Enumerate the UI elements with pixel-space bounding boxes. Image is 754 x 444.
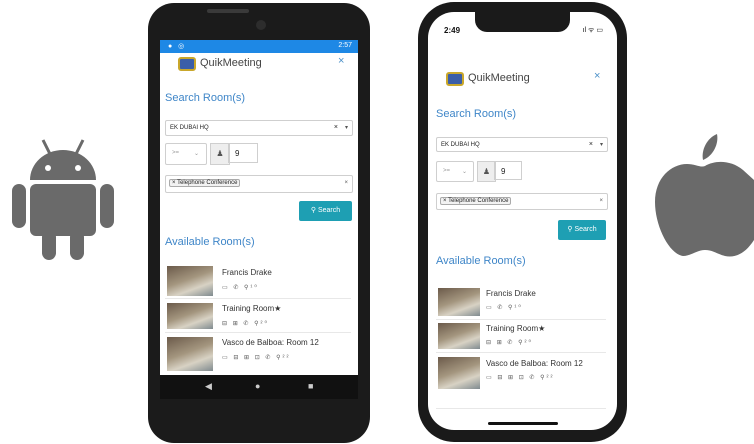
chevron-down-icon[interactable]: ▾ bbox=[345, 124, 348, 131]
available-title: Available Room(s) bbox=[165, 236, 255, 248]
apple-logo-icon bbox=[655, 134, 754, 257]
status-time: 2:49 bbox=[444, 26, 461, 35]
android-nav-bar: ◀ ● ■ bbox=[160, 375, 358, 399]
app-header: QuikMeeting × bbox=[160, 53, 358, 77]
divider bbox=[436, 319, 606, 320]
status-time: 2:57 bbox=[338, 42, 352, 49]
status-icons: ıl ᯤ ▭ bbox=[582, 27, 603, 34]
room-name[interactable]: Vasco de Balboa: Room 12 bbox=[486, 359, 583, 368]
amenities-select[interactable]: × Telephone Conference × bbox=[436, 193, 608, 210]
app-header: QuikMeeting × bbox=[428, 68, 617, 92]
status-icons-left: ● ◎ bbox=[168, 43, 187, 50]
room-amenities: ⊟ ⊞ ✆ ⚲²⁰ bbox=[222, 321, 269, 327]
room-amenities: ⊟ ⊞ ✆ ⚲²⁰ bbox=[486, 340, 533, 346]
room-photo[interactable] bbox=[167, 266, 213, 296]
amenity-chip[interactable]: × Telephone Conference bbox=[440, 197, 512, 205]
amenities-select[interactable]: × Telephone Conference × bbox=[165, 175, 353, 193]
capacity-input[interactable]: 9 bbox=[494, 161, 522, 180]
divider bbox=[436, 408, 606, 409]
clear-icon[interactable]: × bbox=[589, 141, 593, 148]
location-select[interactable]: EK DUBAI HQ × ▾ bbox=[165, 120, 353, 136]
room-amenities: ▭ ⊟ ⊞ ⊡ ✆ ⚲²² bbox=[222, 355, 291, 361]
brand-name: QuikMeeting bbox=[468, 72, 530, 84]
search-title: Search Room(s) bbox=[436, 108, 517, 120]
clear-icon[interactable]: × bbox=[334, 124, 338, 131]
operator-select[interactable]: >= ⌄ bbox=[436, 161, 474, 182]
capacity-input[interactable]: 9 bbox=[228, 143, 258, 163]
available-title: Available Room(s) bbox=[436, 255, 526, 267]
clear-icon[interactable]: × bbox=[344, 180, 348, 186]
amenity-chip[interactable]: × Telephone Conference bbox=[169, 179, 241, 187]
chevron-down-icon: ⌄ bbox=[462, 169, 468, 175]
room-photo[interactable] bbox=[438, 288, 480, 316]
location-value: EK DUBAI HQ bbox=[170, 125, 209, 131]
home-indicator[interactable] bbox=[488, 422, 558, 425]
back-icon[interactable]: ◀ bbox=[205, 381, 212, 392]
divider bbox=[165, 332, 351, 333]
android-status-bar: ● ◎ 2:57 bbox=[160, 40, 358, 53]
android-camera bbox=[256, 20, 266, 30]
room-name[interactable]: Francis Drake bbox=[222, 268, 272, 277]
location-select[interactable]: EK DUBAI HQ × ▾ bbox=[436, 137, 608, 152]
iphone-notch bbox=[475, 12, 570, 32]
operator-value: >= bbox=[172, 150, 180, 156]
quikmeeting-logo-icon bbox=[446, 72, 464, 86]
search-button[interactable]: ⚲ Search bbox=[558, 220, 606, 240]
divider bbox=[165, 298, 351, 299]
room-photo[interactable] bbox=[438, 357, 480, 389]
search-button[interactable]: ⚲ Search bbox=[299, 201, 352, 221]
brand-name: QuikMeeting bbox=[200, 57, 262, 69]
room-amenities: ▭ ✆ ⚲¹⁰ bbox=[486, 305, 523, 311]
close-icon[interactable]: × bbox=[338, 55, 344, 67]
operator-value: >= bbox=[443, 168, 451, 174]
room-name[interactable]: Vasco de Balboa: Room 12 bbox=[222, 338, 319, 347]
room-name[interactable]: Francis Drake bbox=[486, 289, 536, 298]
chevron-down-icon: ⌄ bbox=[194, 151, 200, 157]
quikmeeting-logo-icon bbox=[178, 57, 196, 71]
room-photo[interactable] bbox=[167, 303, 213, 329]
room-name[interactable]: Training Room★ bbox=[222, 304, 281, 313]
android-screen: ● ◎ 2:57 QuikMeeting × Search Room(s) EK… bbox=[160, 40, 358, 375]
room-name[interactable]: Training Room★ bbox=[486, 324, 545, 333]
location-value: EK DUBAI HQ bbox=[441, 142, 480, 148]
home-icon[interactable]: ● bbox=[255, 381, 260, 391]
room-photo[interactable] bbox=[438, 323, 480, 349]
room-amenities: ▭ ✆ ⚲¹⁰ bbox=[222, 285, 259, 291]
divider bbox=[436, 352, 606, 353]
user-icon: ♟ bbox=[210, 143, 230, 165]
android-logo-icon bbox=[12, 139, 114, 260]
room-photo[interactable] bbox=[167, 337, 213, 371]
operator-select[interactable]: >= ⌄ bbox=[165, 143, 207, 165]
search-title: Search Room(s) bbox=[165, 92, 246, 104]
recents-icon[interactable]: ■ bbox=[308, 381, 313, 391]
search-icon: ⚲ bbox=[310, 207, 318, 214]
iphone-screen: 2:49 ıl ᯤ ▭ QuikMeeting × Search Room(s)… bbox=[428, 12, 617, 430]
room-amenities: ▭ ⊟ ⊞ ⊡ ✆ ⚲²² bbox=[486, 375, 555, 381]
close-icon[interactable]: × bbox=[594, 70, 600, 82]
chevron-down-icon[interactable]: ▾ bbox=[600, 141, 603, 148]
clear-icon[interactable]: × bbox=[599, 198, 603, 204]
android-speaker bbox=[207, 9, 249, 13]
